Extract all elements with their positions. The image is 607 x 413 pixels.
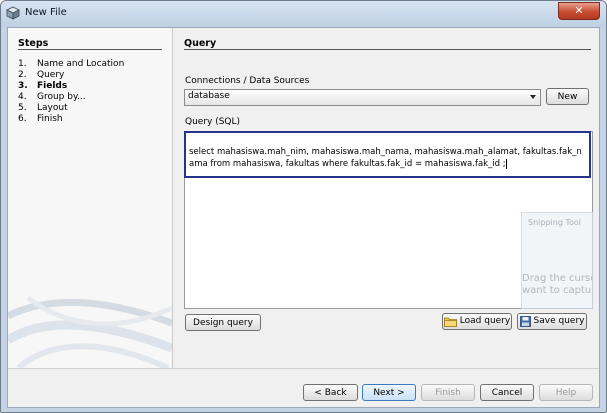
step-label: Layout (37, 103, 68, 113)
overlay-line-2: want to capture (522, 285, 592, 296)
back-button[interactable]: < Back (303, 384, 358, 401)
connection-value: database (188, 91, 230, 101)
steps-divider (18, 49, 162, 50)
step-number: 6. (18, 114, 27, 124)
finish-button[interactable]: Finish (421, 384, 475, 401)
title-bar[interactable]: New File ✕ (1, 1, 606, 27)
window-title: New File (25, 7, 67, 18)
step-number: 1. (18, 59, 27, 69)
step-number: 2. (18, 70, 27, 80)
new-connection-button[interactable]: New (546, 88, 589, 105)
step-item-fields: 3. Fields (18, 81, 67, 92)
load-query-button[interactable]: Load query (442, 313, 512, 330)
load-query-label: Load query (459, 316, 511, 326)
snipping-tool-overlay: Snipping Tool Drag the cursor want to cap… (521, 212, 593, 309)
overlay-message: Drag the cursorwant to capture (522, 273, 593, 297)
sql-editor[interactable]: select mahasiswa.mah_nim, mahasiswa.mah_… (184, 131, 593, 309)
floppy-disk-icon (519, 316, 531, 327)
cancel-button[interactable]: Cancel (480, 384, 534, 401)
connections-label: Connections / Data Sources (185, 76, 310, 86)
step-item-layout: 5. Layout (18, 103, 68, 114)
step-item-name-and-location: 1. Name and Location (18, 59, 124, 70)
close-button[interactable]: ✕ (558, 2, 600, 20)
step-label: Query (37, 70, 65, 80)
overlay-line-1: Drag the cursor (522, 273, 593, 284)
close-icon: ✕ (574, 4, 584, 17)
connection-select[interactable]: database (184, 89, 541, 106)
steps-panel: Steps 1. Name and Location 2. Query 3. Fiel… (8, 28, 173, 368)
dialog-window: New File ✕ Steps 1. Name and Location 2. Q… (0, 0, 607, 413)
decorative-swoosh-graphic (8, 295, 172, 368)
step-label: Group by... (37, 92, 86, 102)
footer-divider (8, 368, 599, 369)
step-number: 5. (18, 103, 27, 113)
step-item-finish: 6. Finish (18, 114, 63, 125)
sql-text: select mahasiswa.mah_nim, mahasiswa.mah_… (189, 146, 584, 170)
help-button[interactable]: Help (539, 384, 593, 401)
folder-icon (443, 317, 457, 327)
sql-query-text: select mahasiswa.mah_nim, mahasiswa.mah_… (189, 147, 582, 169)
design-query-button[interactable]: Design query (185, 314, 261, 331)
dialog-body: Steps 1. Name and Location 2. Query 3. Fiel… (7, 27, 600, 408)
step-number: 3. (18, 81, 28, 91)
panel-title: Query (184, 38, 217, 49)
overlay-title: Snipping Tool (528, 218, 581, 227)
save-query-button[interactable]: Save query (517, 313, 587, 330)
query-panel: Query Connections / Data Sources databas… (184, 28, 594, 368)
step-label: Name and Location (37, 59, 125, 69)
step-label: Fields (37, 81, 68, 91)
next-button[interactable]: Next > (362, 384, 416, 401)
step-label: Finish (37, 114, 63, 124)
sql-edit-area[interactable]: select mahasiswa.mah_nim, mahasiswa.mah_… (184, 131, 591, 178)
text-caret (505, 158, 507, 169)
cube-icon (6, 6, 20, 20)
save-query-label: Save query (533, 316, 585, 326)
dropdown-arrow-icon (530, 95, 536, 99)
sql-label: Query (SQL) (185, 117, 241, 127)
step-number: 4. (18, 92, 27, 102)
step-item-group-by: 4. Group by... (18, 92, 86, 103)
steps-title: Steps (18, 38, 49, 49)
panel-divider (184, 49, 591, 50)
step-item-query: 2. Query (18, 70, 64, 81)
